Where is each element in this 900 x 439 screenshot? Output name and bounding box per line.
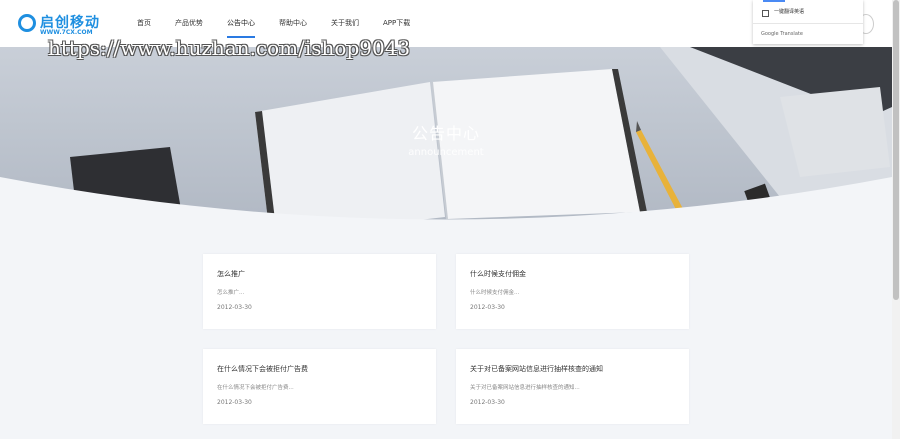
announcement-card[interactable]: 在什么情况下会被拒付广告费 在什么情况下会被拒付广告费... 2012-03-3… <box>203 349 436 424</box>
hero-subtitle: announcement <box>408 147 484 158</box>
hero-banner: 公告中心 announcement <box>0 47 892 277</box>
logo-subtext: WWW.7CX.COM <box>40 29 93 36</box>
hero-title: 公告中心 <box>411 124 480 143</box>
translate-popup: 一键翻译英语 Google Translate <box>753 0 863 44</box>
card-title[interactable]: 怎么推广 <box>217 269 245 279</box>
url-watermark: https://www.huzhan.com/ishop9043 <box>48 36 411 60</box>
card-date: 2012-03-30 <box>217 304 252 311</box>
announcement-card[interactable]: 怎么推广 怎么推广... 2012-03-30 <box>203 254 436 329</box>
card-title[interactable]: 什么时候支付佣金 <box>470 269 526 279</box>
card-date: 2012-03-30 <box>217 399 252 406</box>
translate-brand: Google Translate <box>761 31 803 37</box>
logo-q-icon <box>18 14 36 32</box>
card-title[interactable]: 在什么情况下会被拒付广告费 <box>217 364 308 374</box>
card-summary: 怎么推广... <box>217 290 245 296</box>
translate-option-label[interactable]: 一键翻译英语 <box>774 8 804 15</box>
announcement-card[interactable]: 关于对已备案网站信息进行抽样核查的通知 关于对已备案网站信息进行抽样核查的通知.… <box>456 349 689 424</box>
card-title[interactable]: 关于对已备案网站信息进行抽样核查的通知 <box>470 364 603 374</box>
card-date: 2012-03-30 <box>470 304 505 311</box>
card-summary: 什么时候支付佣金... <box>470 290 520 296</box>
scrollbar-thumb[interactable] <box>893 0 899 300</box>
hero-illustration <box>0 47 892 277</box>
translate-accent-bar <box>763 0 785 2</box>
translate-divider <box>753 23 863 24</box>
announcement-card[interactable]: 什么时候支付佣金 什么时候支付佣金... 2012-03-30 <box>456 254 689 329</box>
translate-checkbox[interactable] <box>762 10 769 17</box>
card-summary: 在什么情况下会被拒付广告费... <box>217 385 294 391</box>
page-scrollbar[interactable] <box>892 0 900 439</box>
card-date: 2012-03-30 <box>470 399 505 406</box>
card-summary: 关于对已备案网站信息进行抽样核查的通知... <box>470 385 580 391</box>
